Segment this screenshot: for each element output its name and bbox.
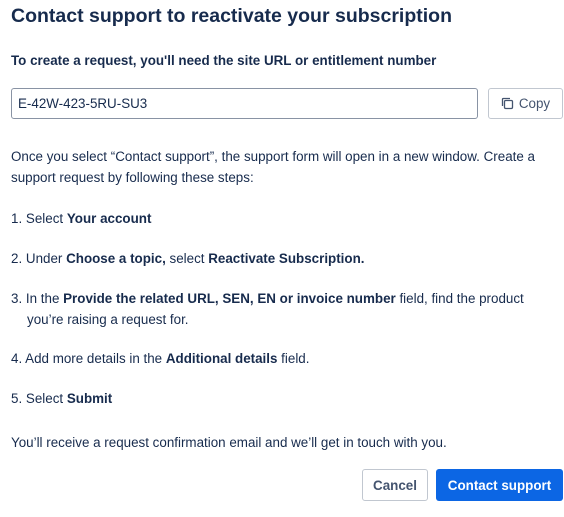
step-2: 2. Under Choose a topic, select Reactiva… [11,248,365,269]
reactivate-subscription-dialog: Contact support to reactivate your subsc… [0,0,564,517]
request-label: To create a request, you'll need the sit… [11,53,437,68]
step-emphasis: Your account [66,211,152,226]
step-text: select [165,251,209,266]
step-text: Add more details in the [22,351,166,366]
step-emphasis: Submit [66,391,113,406]
step-5: 5. Select Submit [11,388,112,409]
intro-text: Once you select “Contact support”, the s… [11,149,535,185]
entitlement-number-field[interactable] [11,88,478,119]
step-text: field. [277,351,310,366]
cancel-button[interactable]: Cancel [362,469,428,501]
step-emphasis: Additional details [165,351,278,366]
step-text-continued: you’re raising a request for. [27,312,189,327]
step-text: Select [22,211,67,226]
step-number: 4. [11,351,23,366]
step-number: 5. [11,391,23,406]
dialog-title: Contact support to reactivate your subsc… [11,5,452,27]
confirmation-text: You’ll receive a request confirmation em… [11,435,447,450]
step-emphasis: Reactivate Subscription. [208,251,365,266]
step-emphasis: Choose a topic, [66,251,166,266]
step-text: Under [22,251,67,266]
step-number: 2. [11,251,23,266]
copy-button[interactable]: Copy [488,88,563,119]
step-emphasis: Provide the related URL, SEN, EN or invo… [63,291,396,306]
step-text: In the [22,291,64,306]
step-number: 3. [11,291,23,306]
step-1: 1. Select Your account [11,208,151,229]
copy-icon [501,97,514,110]
step-text: Select [22,391,67,406]
step-number: 1. [11,211,23,226]
copy-label: Copy [518,96,551,111]
step-4: 4. Add more details in the Additional de… [11,348,309,369]
step-text: field, find the product [395,291,524,306]
step-3: 3. In the Provide the related URL, SEN, … [11,288,524,330]
contact-support-button[interactable]: Contact support [436,469,563,501]
